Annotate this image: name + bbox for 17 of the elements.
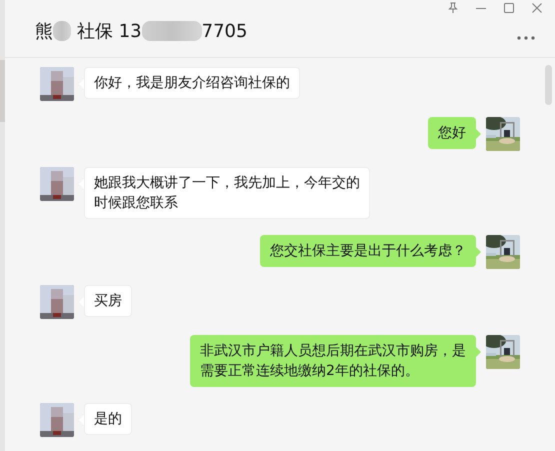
- received-message: 她跟我大概讲了一下，我先加上，今年交的时候跟您联系: [84, 167, 370, 219]
- window-title: 7705: [202, 20, 248, 42]
- close-icon[interactable]: [531, 2, 543, 14]
- redaction-mark: [142, 21, 202, 41]
- window-title: 熊: [35, 20, 53, 43]
- sent-message: 非武汉市户籍人员想后期在武汉市购房，是需要正常连续地缴纳2年的社保的。: [190, 335, 476, 387]
- received-message: 买房: [84, 285, 132, 317]
- maximize-icon[interactable]: [503, 2, 515, 14]
- window-title: 社保 13: [77, 20, 142, 43]
- redaction-mark: [53, 21, 71, 41]
- scrollbar[interactable]: [545, 65, 552, 105]
- sent-message: 您交社保主要是出于什么考虑？: [260, 235, 476, 267]
- more-icon[interactable]: [517, 36, 535, 40]
- received-message: 你好，我是朋友介绍咨询社保的: [84, 67, 300, 99]
- pin-icon[interactable]: [447, 2, 459, 14]
- received-message: 是的: [84, 403, 132, 435]
- sent-message: 您好: [428, 117, 476, 149]
